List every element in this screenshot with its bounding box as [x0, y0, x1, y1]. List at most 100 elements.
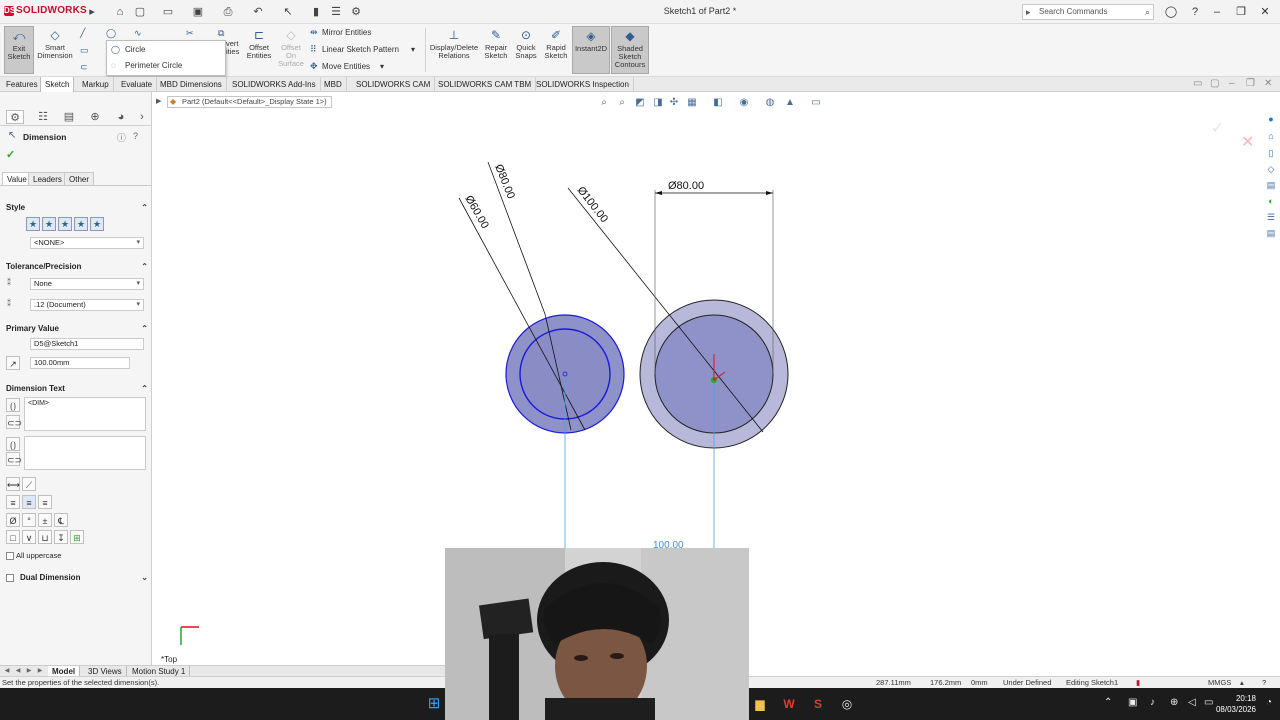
spline-tool[interactable]: ∿ — [134, 26, 146, 40]
all-uppercase-checkbox[interactable] — [6, 552, 14, 560]
network-icon[interactable]: ⊕ — [1170, 697, 1178, 708]
tab-solidworks-add-ins[interactable]: SOLIDWORKS Add-Ins — [228, 77, 321, 92]
solidworks-taskbar-icon[interactable]: S — [809, 696, 827, 712]
smart-dimension-button[interactable]: ◇ Smart Dimension — [36, 26, 74, 74]
shaded-sketch-contours-button[interactable]: ◆ Shaded Sketch Contours — [611, 26, 649, 74]
slot-tool[interactable]: ⊂ — [80, 60, 92, 74]
inspection-icon-2[interactable]: ⊂⊃ — [6, 452, 22, 466]
tab-leaders[interactable]: Leaders — [28, 172, 67, 186]
dual-dimension-checkbox[interactable] — [6, 574, 14, 582]
add-parentheses-icon[interactable]: ⟮⟯ — [6, 398, 20, 412]
close-button[interactable]: ✕ — [1256, 4, 1274, 20]
pm-arrow-icon[interactable]: › — [136, 110, 148, 124]
degree-symbol-icon[interactable]: ° — [22, 513, 36, 527]
tolerance-dropdown[interactable]: None ▾ — [30, 278, 144, 290]
rapid-sketch-button[interactable]: ✐ Rapid Sketch — [542, 26, 570, 74]
help-icon[interactable]: ? — [1186, 4, 1204, 20]
primary-name-field[interactable]: D5@Sketch1 — [30, 338, 144, 350]
depth-symbol-icon[interactable]: ↧ — [54, 530, 68, 544]
system-clock[interactable]: 20:18 08/03/2026 — [1212, 693, 1256, 715]
configuration-tab-icon[interactable]: ▤ — [60, 110, 78, 124]
property-manager-tab-icon[interactable]: ⚙ — [6, 110, 24, 124]
undo-icon[interactable]: ↶ — [250, 4, 266, 20]
align-left-icon[interactable]: ≡ — [6, 495, 20, 509]
menu-item-perimeter-circle[interactable]: ◌ Perimeter Circle — [111, 59, 182, 73]
offset-entities-button[interactable]: ⊏ Offset Entities — [244, 26, 274, 74]
primary-value-field[interactable]: 100.00mm — [30, 357, 130, 369]
tab-solidworks-inspection[interactable]: SOLIDWORKS Inspection — [532, 77, 634, 92]
style-load-icon[interactable]: ★ — [90, 217, 104, 231]
dual-dimension-header[interactable]: Dual Dimension ⌄ — [20, 573, 148, 582]
style-dropdown[interactable]: <NONE> ▾ — [30, 237, 144, 249]
minimize-button[interactable]: – — [1208, 4, 1226, 20]
help-icon[interactable]: ⓘ — [117, 131, 126, 144]
doc-close-icon[interactable]: ✕ — [1264, 78, 1272, 89]
print-icon[interactable]: ⎙ — [220, 4, 236, 20]
tab-other[interactable]: Other — [64, 172, 95, 186]
tray-app-icon[interactable]: ▣ — [1128, 697, 1137, 708]
tolerance-section-header[interactable]: Tolerance/Precision ⌃ — [6, 262, 148, 271]
style-delete-icon[interactable]: ★ — [58, 217, 72, 231]
inspection-icon[interactable]: ⊂⊃ — [6, 415, 22, 429]
doc-restore-icon[interactable]: ❐ — [1246, 78, 1255, 89]
question-icon[interactable]: ? — [133, 131, 138, 141]
precision-dropdown[interactable]: .12 (Document) ▾ — [30, 299, 144, 311]
style-apply-icon[interactable]: ★ — [26, 217, 40, 231]
microphone-icon[interactable]: ♪ — [1150, 697, 1155, 708]
home-icon[interactable]: ⌂ — [112, 4, 128, 20]
diameter-symbol-icon[interactable]: Ø — [6, 513, 20, 527]
windows-start-icon[interactable]: ⊞ — [425, 696, 443, 712]
dimension-text-above[interactable]: <DIM> — [24, 397, 146, 431]
panel-icon[interactable]: ▭ — [1193, 78, 1202, 89]
plus-minus-symbol-icon[interactable]: ± — [38, 513, 52, 527]
tab-solidworks-cam-tbm[interactable]: SOLIDWORKS CAM TBM — [434, 77, 537, 92]
primary-value-section-header[interactable]: Primary Value ⌃ — [6, 324, 148, 333]
align-right-icon[interactable]: ≡ — [38, 495, 52, 509]
app-taskbar-icon[interactable]: ◎ — [838, 696, 856, 712]
style-section-header[interactable]: Style ⌃ — [6, 203, 148, 212]
options-gear-icon[interactable]: ⚙ — [348, 4, 364, 20]
display-manager-tab-icon[interactable]: ◕ — [112, 110, 130, 124]
mirror-entities-button[interactable]: ⇹ Mirror Entities — [310, 25, 371, 39]
tab-sketch[interactable]: Sketch — [40, 77, 75, 92]
tray-expand-icon[interactable]: ⌃ — [1104, 697, 1112, 708]
countersink-symbol-icon[interactable]: ∨ — [22, 530, 36, 544]
account-icon[interactable]: ◯ — [1162, 4, 1180, 20]
tab-solidworks-cam[interactable]: SOLIDWORKS CAM — [352, 77, 436, 92]
align-center-icon[interactable]: ≡ — [22, 495, 36, 509]
instant2d-button[interactable]: ◈ Instant2D — [572, 26, 610, 74]
file-properties-icon[interactable]: ☰ — [328, 4, 344, 20]
rebuild-icon[interactable]: ▮ — [308, 4, 324, 20]
more-symbols-icon[interactable]: ⊞ — [70, 530, 84, 544]
add-parentheses-icon-2[interactable]: ⟮⟯ — [6, 437, 20, 451]
save-icon[interactable]: ▣ — [190, 4, 206, 20]
dimxpert-tab-icon[interactable]: ⊕ — [86, 110, 104, 124]
exit-sketch-button[interactable]: ⤺ Exit Sketch — [4, 26, 34, 74]
convert-entities-tool[interactable]: ⧉ — [218, 26, 230, 40]
style-save-icon[interactable]: ★ — [74, 217, 88, 231]
style-add-icon[interactable]: ★ — [42, 217, 56, 231]
select-cursor-icon[interactable]: ↖ — [280, 4, 296, 20]
expand-menu-icon[interactable]: ▸ — [84, 4, 100, 20]
leader-justify-icon[interactable]: ⟋ — [22, 477, 36, 491]
search-commands-input[interactable]: ▸ Search Commands ⌕ — [1022, 4, 1154, 20]
window-icon[interactable]: ▢ — [1210, 78, 1219, 89]
linear-sketch-pattern-button[interactable]: ⠿ Linear Sketch Pattern ▾ — [310, 42, 415, 56]
display-delete-relations-button[interactable]: ⊥ Display/Delete Relations — [428, 26, 480, 74]
square-symbol-icon[interactable]: □ — [6, 530, 20, 544]
restore-button[interactable]: ❐ — [1232, 4, 1250, 20]
repair-sketch-button[interactable]: ✎ Repair Sketch — [482, 26, 510, 74]
wps-taskbar-icon[interactable]: W — [780, 696, 798, 712]
tab-markup[interactable]: Markup — [78, 77, 114, 92]
trim-tool[interactable]: ✂ — [186, 26, 198, 40]
notifications-icon[interactable]: ◔ — [1266, 697, 1272, 708]
doc-minimize-icon[interactable]: – — [1229, 78, 1235, 89]
rectangle-tool[interactable]: ▭ — [80, 43, 92, 57]
open-folder-icon[interactable]: ▭ — [160, 4, 176, 20]
quick-snaps-button[interactable]: ⊙ Quick Snaps — [513, 26, 539, 74]
file-explorer-taskbar-icon[interactable]: ▆ — [751, 696, 769, 712]
new-document-icon[interactable]: ▢ — [132, 4, 148, 20]
ok-checkmark-icon[interactable]: ✓ — [6, 148, 15, 161]
volume-icon[interactable]: ◁ — [1188, 697, 1196, 708]
text-justify-icon[interactable]: ⟷ — [6, 477, 20, 491]
